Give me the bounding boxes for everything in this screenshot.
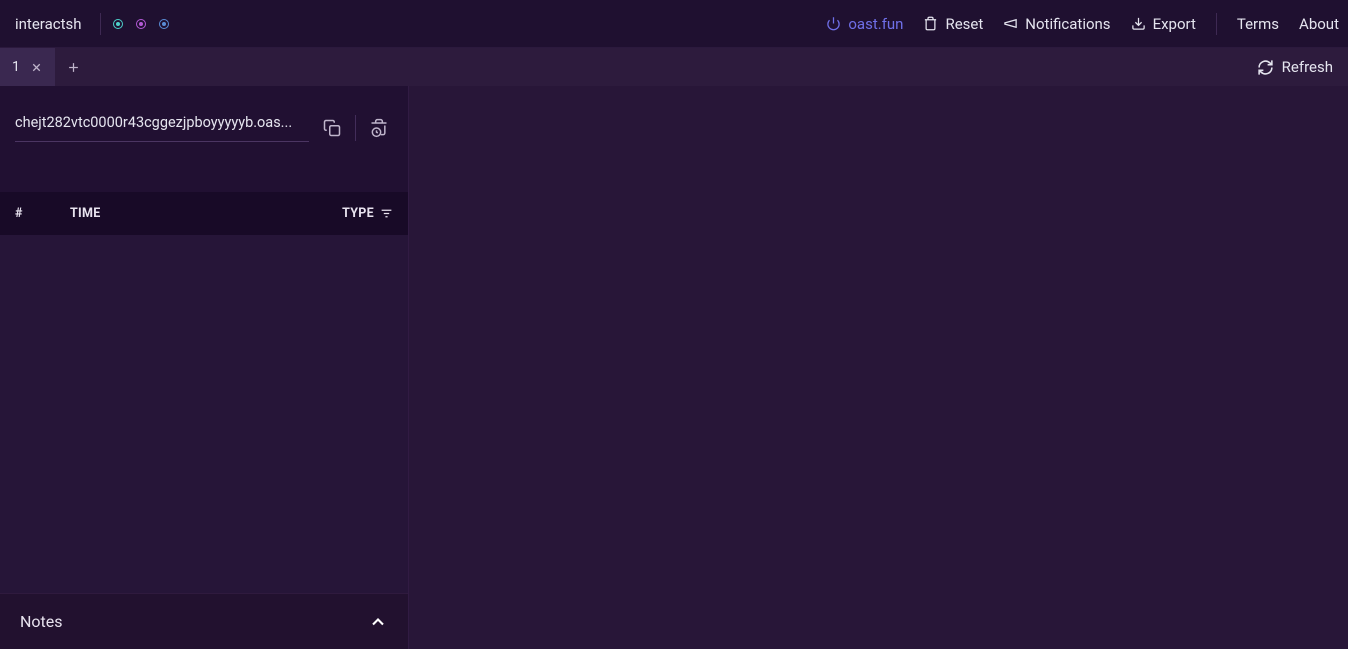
megaphone-icon	[1003, 16, 1018, 31]
export-button[interactable]: Export	[1131, 15, 1196, 33]
tabs-bar: 1 Refresh	[0, 48, 1348, 86]
tab-label: 1	[12, 59, 20, 75]
add-tab-button[interactable]	[55, 48, 93, 86]
notifications-label: Notifications	[1025, 15, 1110, 33]
header: interactsh oast.fun Reset Notifications …	[0, 0, 1348, 48]
table-body	[0, 235, 408, 593]
terms-link[interactable]: Terms	[1237, 15, 1279, 33]
payload-url[interactable]: chejt282vtc0000r43cggezjpboyyyyyb.oas...	[15, 114, 309, 142]
notes-toggle[interactable]: Notes	[0, 593, 408, 649]
brand: interactsh	[15, 15, 82, 33]
export-label: Export	[1153, 15, 1196, 33]
about-label: About	[1299, 15, 1339, 33]
trash-icon	[923, 16, 938, 31]
table-header: # TIME TYPE	[0, 192, 408, 235]
content: chejt282vtc0000r43cggezjpboyyyyyb.oas...…	[0, 86, 1348, 649]
refresh-button[interactable]: Refresh	[1242, 48, 1348, 86]
column-type[interactable]: TYPE	[342, 206, 393, 221]
header-right: oast.fun Reset Notifications Export Term…	[826, 13, 1333, 35]
status-dot-purple	[136, 19, 146, 29]
power-icon	[826, 16, 841, 31]
copy-icon	[323, 119, 341, 137]
filter-icon	[380, 207, 393, 220]
sidebar: chejt282vtc0000r43cggezjpboyyyyyb.oas...…	[0, 86, 409, 649]
reset-button[interactable]: Reset	[923, 15, 983, 33]
refresh-label: Refresh	[1282, 58, 1333, 76]
reset-label: Reset	[945, 15, 983, 33]
tab-1[interactable]: 1	[0, 48, 55, 86]
trash-clock-icon	[369, 118, 389, 138]
url-row: chejt282vtc0000r43cggezjpboyyyyyb.oas...	[0, 86, 408, 150]
column-time: TIME	[70, 206, 342, 221]
column-index: #	[15, 206, 70, 221]
host-text: oast.fun	[848, 15, 903, 33]
terms-label: Terms	[1237, 15, 1279, 33]
refresh-icon	[1257, 59, 1274, 76]
about-link[interactable]: About	[1299, 15, 1339, 33]
chevron-up-icon	[368, 612, 388, 632]
host-link[interactable]: oast.fun	[826, 15, 903, 33]
column-type-label: TYPE	[342, 206, 374, 221]
notifications-button[interactable]: Notifications	[1003, 15, 1110, 33]
separator	[355, 115, 356, 141]
status-dots	[100, 13, 169, 35]
notes-label: Notes	[20, 612, 368, 631]
clear-history-button[interactable]	[368, 117, 390, 139]
separator	[1216, 13, 1217, 35]
download-icon	[1131, 16, 1146, 31]
status-dot-teal	[113, 19, 123, 29]
main-panel	[409, 86, 1348, 649]
plus-icon	[66, 60, 81, 75]
close-icon[interactable]	[30, 61, 43, 74]
status-dot-blue	[159, 19, 169, 29]
copy-button[interactable]	[321, 117, 343, 139]
brand-text: interactsh	[15, 15, 82, 33]
